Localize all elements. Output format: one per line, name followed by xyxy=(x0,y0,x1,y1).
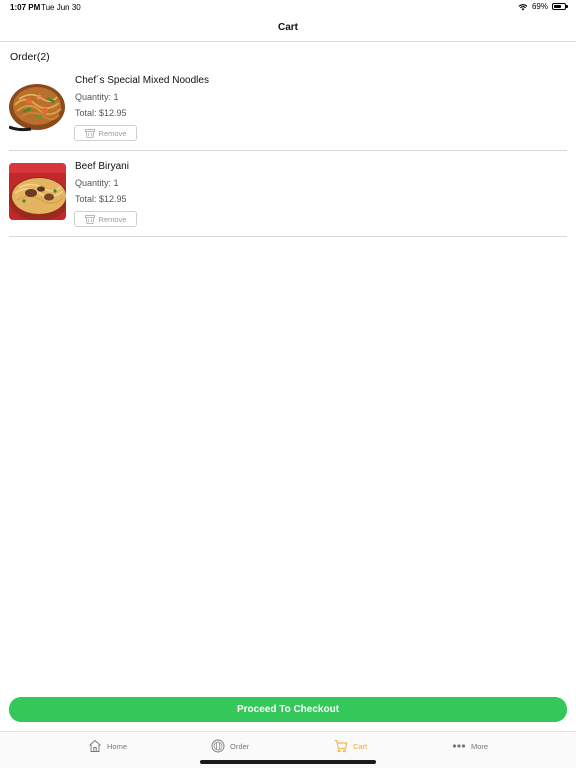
remove-button[interactable]: Remove xyxy=(74,211,137,227)
item-total: Total: $12.95 xyxy=(75,194,127,204)
page-title: Cart xyxy=(277,22,298,33)
battery-percent: 69% xyxy=(531,2,548,11)
cart-item: Chef´s Special Mixed Noodles Quantity: 1… xyxy=(9,65,567,151)
tab-more-label: More xyxy=(471,741,489,751)
tab-cart[interactable]: Cart xyxy=(334,739,367,753)
proceed-to-checkout-button[interactable]: Proceed To Checkout xyxy=(9,697,567,722)
cart-icon xyxy=(334,740,348,753)
basket-icon xyxy=(84,214,95,224)
status-bar: 1:07 PM Tue Jun 30 69% xyxy=(0,0,576,14)
remove-button[interactable]: Remove xyxy=(74,125,137,141)
tab-more[interactable]: More xyxy=(452,739,488,753)
dish-icon xyxy=(211,739,225,753)
item-quantity: Quantity: 1 xyxy=(75,178,119,188)
order-count-heading: Order(2) xyxy=(10,51,50,63)
tab-order[interactable]: Order xyxy=(211,739,249,753)
status-date: Tue Jun 30 xyxy=(41,3,81,12)
wifi-icon xyxy=(518,3,528,10)
battery-fill xyxy=(554,5,561,8)
cart-item: Beef Biryani Quantity: 1 Total: $12.95 R… xyxy=(9,151,567,237)
item-total: Total: $12.95 xyxy=(75,108,127,118)
tab-home-label: Home xyxy=(107,741,128,751)
more-dots-icon xyxy=(452,744,466,748)
home-indicator xyxy=(200,760,376,764)
item-image-noodles xyxy=(9,77,66,134)
item-name: Beef Biryani xyxy=(75,161,129,172)
remove-button-label: Remove xyxy=(98,214,127,224)
status-time: 1:07 PM xyxy=(10,3,41,12)
status-indicators: 69% xyxy=(518,2,568,11)
battery-icon xyxy=(552,3,568,10)
tab-cart-label: Cart xyxy=(353,741,368,751)
item-quantity: Quantity: 1 xyxy=(75,92,119,102)
nav-bar: Cart xyxy=(0,14,576,42)
remove-button-label: Remove xyxy=(98,128,127,138)
tab-home[interactable]: Home xyxy=(88,739,127,753)
home-icon xyxy=(89,739,101,752)
basket-icon xyxy=(84,128,95,138)
tab-order-label: Order xyxy=(230,741,250,751)
item-image-biryani xyxy=(9,163,66,220)
item-name: Chef´s Special Mixed Noodles xyxy=(75,75,209,86)
